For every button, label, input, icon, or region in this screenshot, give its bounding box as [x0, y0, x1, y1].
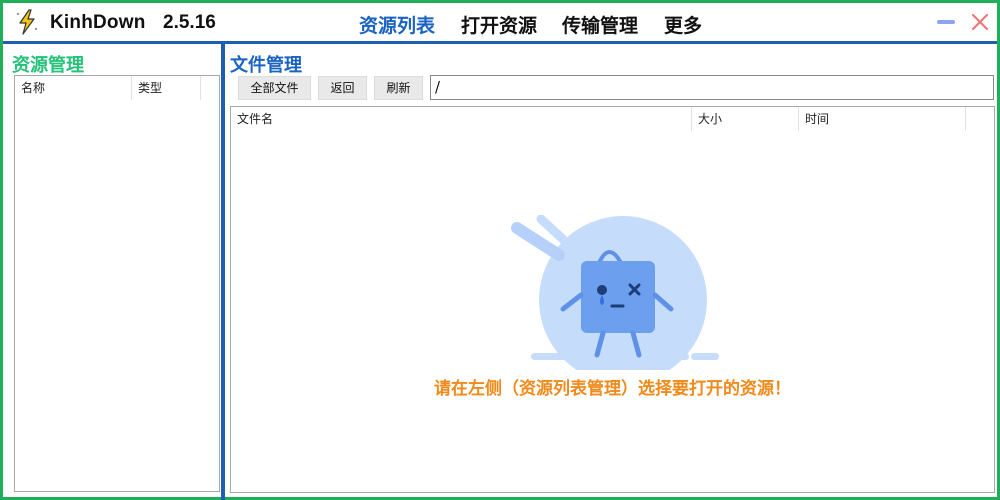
column-header-filename[interactable]: 文件名: [231, 107, 692, 131]
lightning-logo-icon: [15, 9, 39, 35]
close-icon[interactable]: [969, 11, 991, 33]
app-window: KinhDown 2.5.16 资源列表 打开资源 传输管理 更多 资源管理 名…: [0, 0, 1000, 500]
file-list-header: 文件名 大小 时间: [231, 107, 994, 131]
file-panel-title: 文件管理: [230, 55, 302, 76]
refresh-button[interactable]: 刷新: [374, 76, 423, 100]
app-name: KinhDown: [50, 12, 146, 33]
app-version: 2.5.16: [163, 12, 216, 33]
resource-panel: 资源管理 名称 类型: [6, 44, 221, 497]
column-header-type[interactable]: 类型: [132, 76, 201, 100]
title-bar[interactable]: KinhDown 2.5.16 资源列表 打开资源 传输管理 更多: [3, 3, 997, 41]
resource-panel-title: 资源管理: [12, 55, 84, 76]
all-files-button[interactable]: 全部文件: [238, 76, 311, 100]
column-header-name[interactable]: 名称: [15, 76, 132, 100]
file-panel: 文件管理 全部文件 返回 刷新 / 文件名 大小 时间 请在左侧（资源列表管理）…: [225, 44, 997, 497]
column-header-size[interactable]: 大小: [692, 107, 799, 131]
back-button[interactable]: 返回: [318, 76, 367, 100]
file-list[interactable]: 文件名 大小 时间 请在左侧（资源列表管理）选择要打开的资源！: [230, 106, 995, 493]
resource-list-header: 名称 类型: [15, 76, 219, 100]
nav-transfer-manager[interactable]: 传输管理: [562, 11, 638, 38]
empty-state-message: 请在左侧（资源列表管理）选择要打开的资源！: [434, 379, 791, 399]
nav-open-resource[interactable]: 打开资源: [461, 11, 537, 38]
empty-state-illustration: [511, 215, 719, 370]
resource-list[interactable]: 名称 类型: [14, 75, 220, 492]
column-header-time[interactable]: 时间: [799, 107, 966, 131]
nav-more[interactable]: 更多: [664, 11, 702, 38]
nav-resource-list[interactable]: 资源列表: [359, 11, 435, 38]
minimize-icon[interactable]: [935, 11, 957, 33]
path-input[interactable]: /: [430, 75, 994, 100]
